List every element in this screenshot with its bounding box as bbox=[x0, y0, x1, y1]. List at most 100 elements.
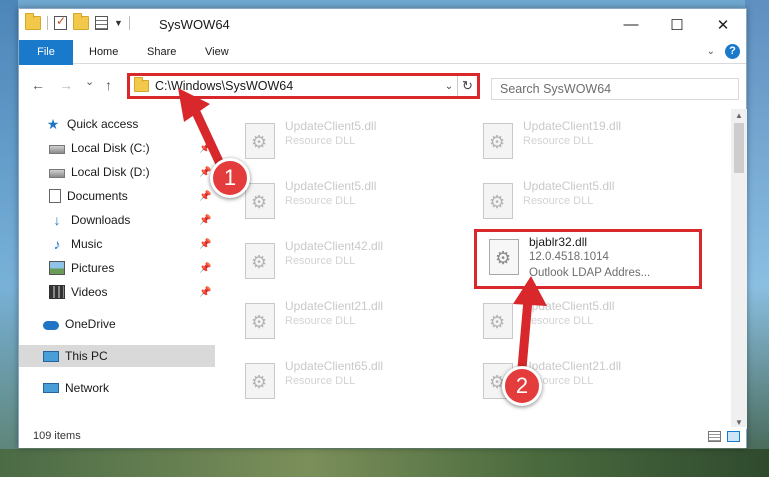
help-icon[interactable]: ? bbox=[725, 44, 740, 59]
up-arrow-icon[interactable]: ↑ bbox=[105, 77, 112, 93]
sidebar-item-downloads[interactable]: ↓ Downloads 📌 bbox=[19, 209, 215, 231]
dll-file-icon bbox=[245, 183, 275, 219]
close-button[interactable]: ✕ bbox=[700, 9, 746, 40]
chevron-down-icon[interactable]: ▼ bbox=[114, 18, 123, 28]
sidebar-item-videos[interactable]: Videos 📌 bbox=[19, 281, 215, 303]
sidebar-item-local-disk-c[interactable]: Local Disk (C:) 📌 bbox=[19, 137, 215, 159]
sidebar-item-quick-access[interactable]: ★ Quick access bbox=[19, 113, 215, 135]
list-item[interactable]: UpdateClient21.dll Resource DLL bbox=[237, 297, 457, 341]
pictures-icon bbox=[49, 261, 65, 275]
step-2-badge: 2 bbox=[502, 366, 542, 406]
sidebar-item-documents[interactable]: Documents 📌 bbox=[19, 185, 215, 207]
scrollbar-thumb[interactable] bbox=[734, 123, 744, 173]
dll-file-icon bbox=[483, 183, 513, 219]
downloads-icon: ↓ bbox=[53, 212, 61, 228]
ribbon-tabs: File Home Share View ⌄ ? bbox=[19, 40, 746, 84]
customize-toolbar-icon[interactable] bbox=[95, 16, 108, 30]
new-folder-icon[interactable] bbox=[73, 13, 89, 30]
step-1-badge: 1 bbox=[210, 158, 250, 198]
recent-locations-chevron-icon[interactable]: ⌄ bbox=[85, 75, 94, 88]
file-type: Resource DLL bbox=[285, 195, 356, 207]
sidebar-item-label: Local Disk (D:) bbox=[71, 165, 150, 179]
navigation-bar: ← → ⌄ ↑ C:\Windows\SysWOW64 ⌄ ↻ Search S… bbox=[19, 65, 746, 107]
properties-check-icon[interactable] bbox=[54, 14, 67, 30]
dll-file-icon bbox=[245, 123, 275, 159]
pin-icon[interactable]: 📌 bbox=[199, 263, 211, 274]
list-item[interactable]: UpdateClient5.dll Resource DLL bbox=[475, 297, 695, 341]
dll-file-icon bbox=[245, 363, 275, 399]
sidebar-item-music[interactable]: ♪ Music 📌 bbox=[19, 233, 215, 255]
scroll-up-arrow-icon[interactable]: ▲ bbox=[735, 111, 743, 120]
file-type: Resource DLL bbox=[523, 315, 594, 327]
address-path[interactable]: C:\Windows\SysWOW64 bbox=[155, 79, 441, 93]
tiles-view-icon[interactable] bbox=[727, 431, 740, 442]
documents-icon bbox=[49, 189, 61, 203]
disk-icon bbox=[49, 145, 65, 154]
details-view-icon[interactable] bbox=[708, 431, 721, 442]
sidebar-item-label: This PC bbox=[65, 349, 108, 363]
cloud-icon bbox=[43, 321, 59, 330]
file-name: UpdateClient19.dll bbox=[523, 119, 622, 133]
pin-icon[interactable]: 📌 bbox=[199, 287, 211, 298]
maximize-button[interactable]: ☐ bbox=[654, 9, 700, 40]
list-item[interactable]: UpdateClient65.dll Resource DLL bbox=[237, 357, 457, 401]
file-name: UpdateClient5.dll bbox=[285, 119, 377, 133]
scroll-down-arrow-icon[interactable]: ▼ bbox=[735, 418, 743, 427]
forward-arrow-icon[interactable]: → bbox=[59, 77, 73, 93]
star-icon: ★ bbox=[46, 116, 60, 132]
tab-view[interactable]: View bbox=[195, 40, 239, 64]
file-type: Resource DLL bbox=[285, 135, 356, 147]
pin-icon[interactable]: 📌 bbox=[199, 191, 211, 202]
ribbon-options: ⌄ ? bbox=[707, 44, 740, 59]
toolbar-separator bbox=[47, 16, 48, 30]
vertical-scrollbar[interactable]: ▲ ▼ bbox=[731, 109, 747, 429]
minimize-button[interactable]: — bbox=[608, 9, 654, 40]
desktop-background-right bbox=[745, 0, 769, 477]
disk-icon bbox=[49, 169, 65, 178]
sidebar-item-label: Network bbox=[65, 381, 110, 395]
sidebar-item-local-disk-d[interactable]: Local Disk (D:) 📌 bbox=[19, 161, 215, 183]
view-switcher bbox=[708, 431, 740, 442]
pin-icon[interactable]: 📌 bbox=[199, 215, 211, 226]
list-item[interactable]: UpdateClient5.dll Resource DLL bbox=[237, 177, 457, 221]
refresh-icon[interactable]: ↻ bbox=[457, 76, 477, 96]
file-name: UpdateClient5.dll bbox=[285, 179, 377, 193]
file-type: Resource DLL bbox=[285, 315, 356, 327]
window-title: SysWOW64 bbox=[159, 17, 230, 32]
title-bar: ▼ SysWOW64 — ☐ ✕ bbox=[19, 9, 746, 40]
file-name: UpdateClient21.dll bbox=[285, 299, 384, 313]
file-name: UpdateClient21.dll bbox=[523, 359, 622, 373]
quick-access-toolbar: ▼ bbox=[25, 13, 130, 30]
address-dropdown-chevron-icon[interactable]: ⌄ bbox=[441, 81, 457, 92]
list-item[interactable]: UpdateClient5.dll Resource DLL bbox=[475, 177, 695, 221]
back-arrow-icon[interactable]: ← bbox=[31, 77, 45, 93]
sidebar-item-label: Downloads bbox=[71, 213, 131, 227]
status-bar: 109 items bbox=[19, 427, 746, 448]
tab-share[interactable]: Share bbox=[137, 40, 186, 64]
search-input[interactable]: Search SysWOW64 bbox=[491, 78, 739, 100]
music-icon: ♪ bbox=[53, 236, 61, 252]
sidebar-item-label: Documents bbox=[67, 189, 128, 203]
desktop-background-left bbox=[0, 0, 18, 477]
sidebar-item-network[interactable]: Network bbox=[19, 377, 215, 399]
dll-file-icon bbox=[483, 303, 513, 339]
pin-icon[interactable]: 📌 bbox=[199, 239, 211, 250]
file-name: UpdateClient65.dll bbox=[285, 359, 384, 373]
navigation-pane: ★ Quick access Local Disk (C:) 📌 Local D… bbox=[19, 109, 215, 429]
expand-ribbon-chevron-icon[interactable]: ⌄ bbox=[707, 46, 715, 57]
file-name: UpdateClient5.dll bbox=[523, 299, 615, 313]
highlight-box bbox=[474, 229, 702, 289]
computer-icon bbox=[43, 350, 59, 362]
list-item[interactable]: UpdateClient19.dll Resource DLL bbox=[475, 117, 695, 161]
sidebar-item-pictures[interactable]: Pictures 📌 bbox=[19, 257, 215, 279]
list-item[interactable]: UpdateClient42.dll Resource DLL bbox=[237, 237, 457, 281]
tab-home[interactable]: Home bbox=[79, 40, 128, 64]
list-item[interactable]: UpdateClient5.dll Resource DLL bbox=[237, 117, 457, 161]
address-bar[interactable]: C:\Windows\SysWOW64 ⌄ ↻ bbox=[127, 73, 480, 99]
file-name: UpdateClient5.dll bbox=[523, 179, 615, 193]
sidebar-item-this-pc[interactable]: This PC bbox=[19, 345, 215, 367]
sidebar-item-onedrive[interactable]: OneDrive bbox=[19, 313, 215, 335]
dll-file-icon bbox=[483, 123, 513, 159]
pin-icon[interactable]: 📌 bbox=[199, 143, 211, 154]
sidebar-item-label: Pictures bbox=[71, 261, 115, 275]
